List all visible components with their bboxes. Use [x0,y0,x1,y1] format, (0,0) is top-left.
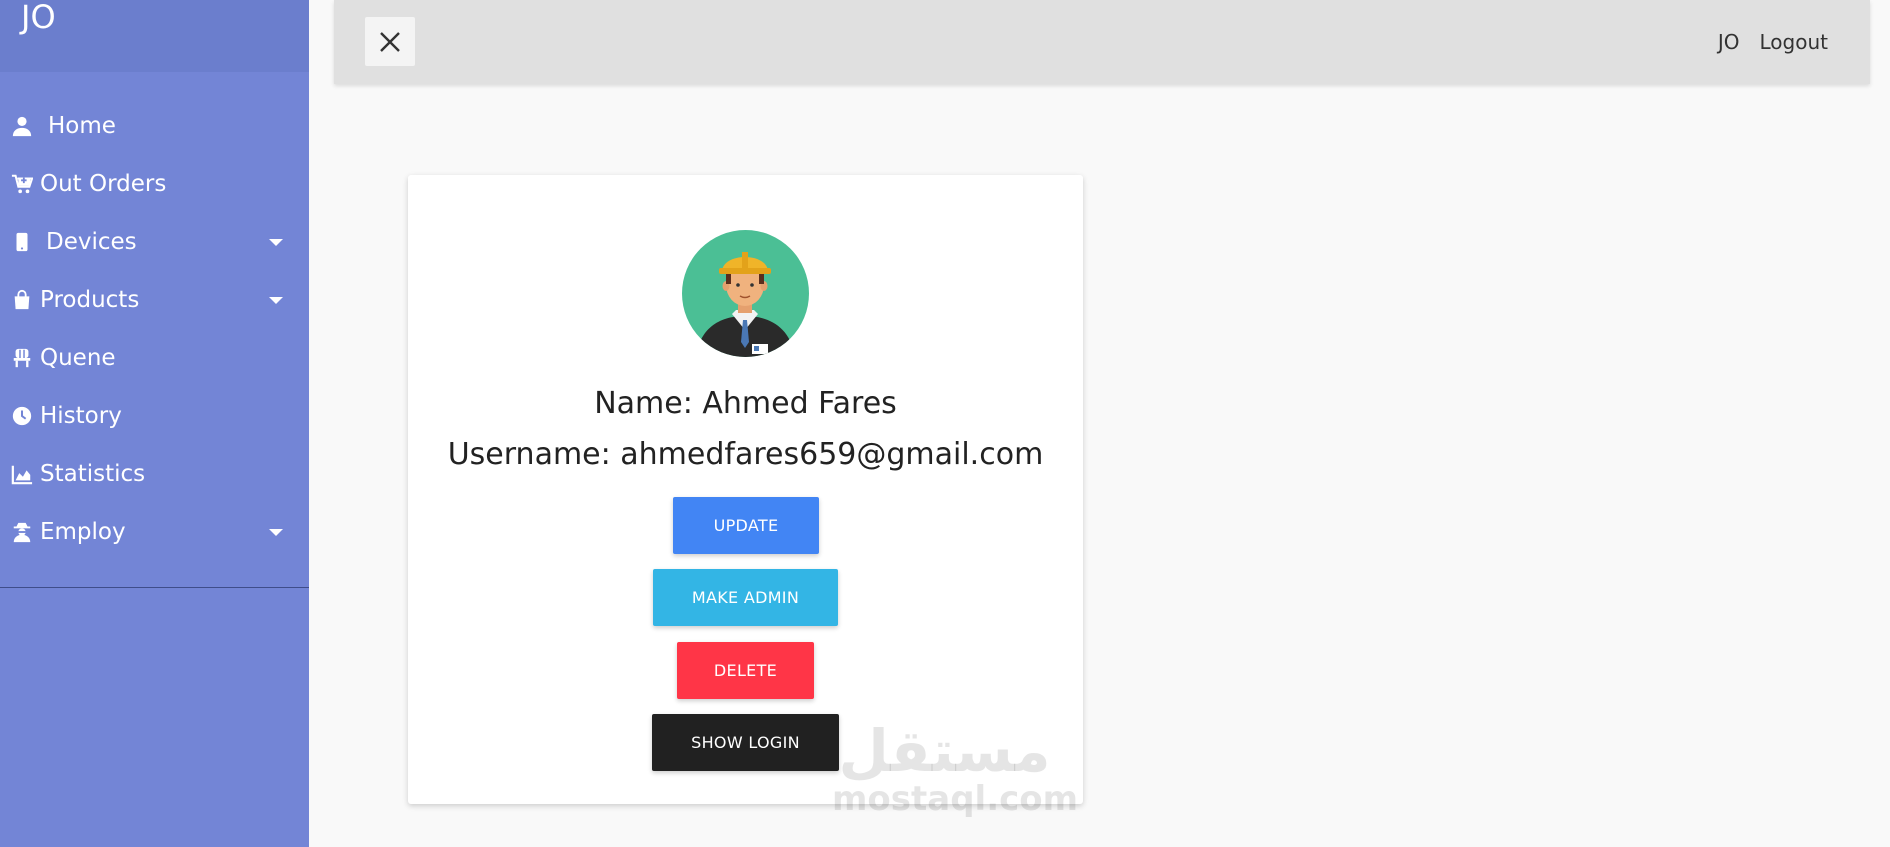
clock-icon [8,402,36,430]
profile-username: Username: ahmedfares659@gmail.com [447,437,1044,472]
sidebar-item-quene[interactable]: Quene [0,329,309,387]
caret-down-icon[interactable] [269,239,283,246]
caret-down-icon[interactable] [269,297,283,304]
delete-button[interactable]: DELETE [677,642,814,699]
close-icon [380,31,400,52]
cart-plus-icon [8,170,36,198]
sidebar-item-products[interactable]: Products [0,271,309,329]
close-sidebar-button[interactable] [365,17,415,66]
sidebar-item-devices[interactable]: Devices [0,213,309,271]
top-links: JO Logout [1698,0,1828,84]
update-button[interactable]: UPDATE [673,497,819,554]
sidebar-item-statistics[interactable]: Statistics [0,445,309,503]
brand-logo[interactable]: JO [0,0,309,72]
sidebar-item-label: Products [40,287,140,313]
logout-link[interactable]: Logout [1760,30,1828,54]
user-link[interactable]: JO [1718,30,1740,54]
engineer-avatar-icon [696,252,795,357]
sidebar-item-label: Statistics [40,461,146,487]
user-secret-icon [8,518,36,546]
sidebar-item-home[interactable]: Home [0,97,309,155]
top-bar: JO Logout [334,0,1870,84]
brand-text: JO [21,0,56,36]
sidebar: JO Home Out Orders Devices Products Quen… [0,0,309,847]
shopping-bag-icon [8,286,36,314]
sidebar-divider [0,587,309,588]
mobile-icon [8,228,36,256]
make-admin-button[interactable]: MAKE ADMIN [653,569,838,626]
sidebar-item-label: History [40,403,122,429]
chair-icon [8,344,36,372]
caret-down-icon[interactable] [269,529,283,536]
profile-card: Name: Ahmed Fares Username: ahmedfares65… [408,175,1083,804]
sidebar-item-employ[interactable]: Employ [0,503,309,561]
show-login-button[interactable]: SHOW LOGIN [652,714,839,771]
sidebar-item-history[interactable]: History [0,387,309,445]
sidebar-item-label: Out Orders [40,171,167,197]
sidebar-item-label: Quene [40,345,116,371]
sidebar-item-out-orders[interactable]: Out Orders [0,155,309,213]
sidebar-item-label: Devices [46,229,137,255]
user-icon [8,112,36,140]
profile-name: Name: Ahmed Fares [594,386,897,421]
sidebar-item-label: Home [48,113,116,139]
sidebar-item-label: Employ [40,519,126,545]
area-chart-icon [8,460,36,488]
sidebar-nav: Home Out Orders Devices Products Quene H… [0,97,309,561]
avatar [682,230,809,357]
